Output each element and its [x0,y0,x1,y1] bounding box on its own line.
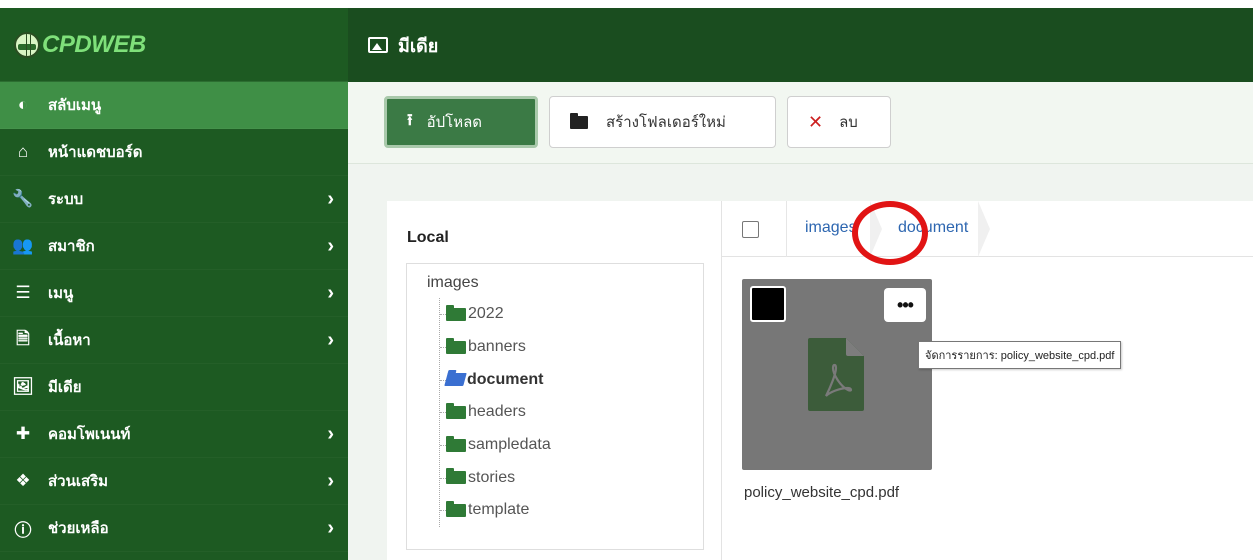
upload-icon: ⭱ [407,111,413,129]
file-name[interactable]: policy_website_cpd.pdf [744,484,899,501]
more-actions-button[interactable]: ••• [884,288,926,322]
sidebar-item-label: สลับเมนู [48,97,102,114]
sidebar: CPDWEB ◐ สลับเมนู ⌂ หน้าแดชบอร์ด 🔧 ระบบ › 👥 สมาช… [0,8,348,560]
brand-logo: CPDWEB [14,31,146,59]
sidebar-item-3[interactable]: 👥 สมาชิก › [0,223,348,270]
sidebar-item-1[interactable]: ⌂ หน้าแดชบอร์ด [0,129,348,176]
tree-folder-label: headers [468,403,526,421]
crumb-divider [786,201,787,257]
chevron-right-icon: › [327,187,334,210]
image-icon: 🖼 [12,377,34,396]
folder-icon [446,337,466,354]
tree-folder-sampledata[interactable]: sampledata [440,429,703,462]
folder-icon [446,402,466,419]
sidebar-item-8[interactable]: ❖ ส่วนเสริม › [0,458,348,505]
new-folder-button[interactable]: สร้างโฟลเดอร์ใหม่ [549,96,776,148]
close-icon: ✕ [808,111,824,132]
tree-folder-banners[interactable]: banners [440,331,703,364]
new-folder-button-label: สร้างโฟลเดอร์ใหม่ [606,114,726,131]
chevron-right-icon: › [327,469,334,492]
breadcrumb-separator [978,201,990,257]
toggle-icon: ◐ [17,95,29,114]
brand[interactable]: CPDWEB [0,8,348,82]
chevron-right-icon: › [327,281,334,304]
puzzle-icon: ✚ [15,424,31,443]
sidebar-menu: ◐ สลับเมนู ⌂ หน้าแดชบอร์ด 🔧 ระบบ › 👥 สมาชิก › ☰ เมน… [0,82,348,552]
brand-name: CPDWEB [42,30,146,58]
chevron-right-icon: › [327,516,334,539]
upload-button[interactable]: ⭱ อัปโหลด [384,96,538,148]
tree-folder-label: 2022 [468,305,504,323]
tree-folder-document[interactable]: document [440,363,703,396]
folder-icon [446,500,466,517]
sidebar-item-label: ระบบ [48,191,84,208]
chevron-right-icon: › [327,422,334,445]
upload-button-label: อัปโหลด [426,114,483,131]
sidebar-item-label: ช่วยเหลือ [48,520,109,537]
info-icon: ⓘ [14,520,32,540]
folder-tree-panel: Local images 2022 banners document headers s… [387,201,722,560]
tree-folder-label: document [467,370,544,388]
users-icon: 👥 [12,236,34,255]
sidebar-item-label: คอมโพเนนท์ [48,426,131,443]
highlight-ring [852,201,928,265]
image-icon [368,37,388,53]
cubes-icon: ❖ [15,471,31,490]
sidebar-item-label: หน้าแดชบอร์ด [48,144,143,161]
top-edge-right [348,0,1253,8]
folder-icon [570,112,588,129]
wrench-icon: 🔧 [12,189,34,208]
file-card[interactable]: ••• [742,279,932,470]
sidebar-item-label: มีเดีย [48,379,82,396]
sidebar-item-label: เนื้อหา [48,332,91,349]
tree-folder-template[interactable]: template [440,494,703,527]
chevron-right-icon: › [327,234,334,257]
sidebar-item-4[interactable]: ☰ เมนู › [0,270,348,317]
sidebar-item-label: ส่วนเสริม [48,473,109,490]
files-panel: images document ••• จัดการรายการ: policy… [722,201,1253,560]
page-header: มีเดีย [348,8,1253,82]
sidebar-item-label: สมาชิก [48,238,95,255]
tree-folder-headers[interactable]: headers [440,396,703,429]
file-icon: 🗎 [16,328,30,348]
tree-folder-label: stories [468,468,516,486]
folder-icon [446,304,466,321]
pdf-file-icon [808,338,864,411]
sidebar-item-5[interactable]: 🗎 เนื้อหา › [0,317,348,364]
tree-folder-list: 2022 banners document headers sampledata stor… [439,298,703,527]
sidebar-item-0[interactable]: ◐ สลับเมนู [0,82,348,129]
folder-tree: images 2022 banners document headers sampled… [406,263,704,550]
globe-icon [14,31,40,58]
list-icon: ☰ [15,283,31,302]
delete-button[interactable]: ✕ ลบ [787,96,891,148]
sidebar-item-label: เมนู [48,285,74,302]
sidebar-item-6[interactable]: 🖼 มีเดีย [0,364,348,411]
tree-folder-label: template [468,501,530,519]
file-select-checkbox[interactable] [750,286,786,322]
home-icon: ⌂ [17,142,29,161]
delete-button-label: ลบ [839,114,858,131]
sidebar-item-2[interactable]: 🔧 ระบบ › [0,176,348,223]
sidebar-item-9[interactable]: ⓘ ช่วยเหลือ › [0,505,348,552]
tree-root[interactable]: images [427,274,703,298]
tree-folder-label: sampledata [468,436,551,454]
folder-icon [446,435,466,452]
tooltip: จัดการรายการ: policy_website_cpd.pdf [918,341,1122,369]
tree-title: Local [407,229,449,246]
tree-folder-2022[interactable]: 2022 [440,298,703,331]
chevron-right-icon: › [327,328,334,351]
top-edge-left [0,0,348,8]
toolbar: ⭱ อัปโหลด สร้างโฟลเดอร์ใหม่ ✕ ลบ [348,82,1253,164]
breadcrumb-item-images[interactable]: images [805,219,857,237]
folder-open-icon [444,373,467,387]
folder-icon [446,468,466,485]
tree-folder-stories[interactable]: stories [440,461,703,494]
media-manager: Local images 2022 banners document headers s… [387,201,1253,560]
sidebar-item-7[interactable]: ✚ คอมโพเนนท์ › [0,411,348,458]
tree-folder-label: banners [468,338,526,356]
page-title: มีเดีย [398,35,439,56]
breadcrumb: images document [722,201,1253,257]
select-all-checkbox[interactable] [742,221,759,238]
